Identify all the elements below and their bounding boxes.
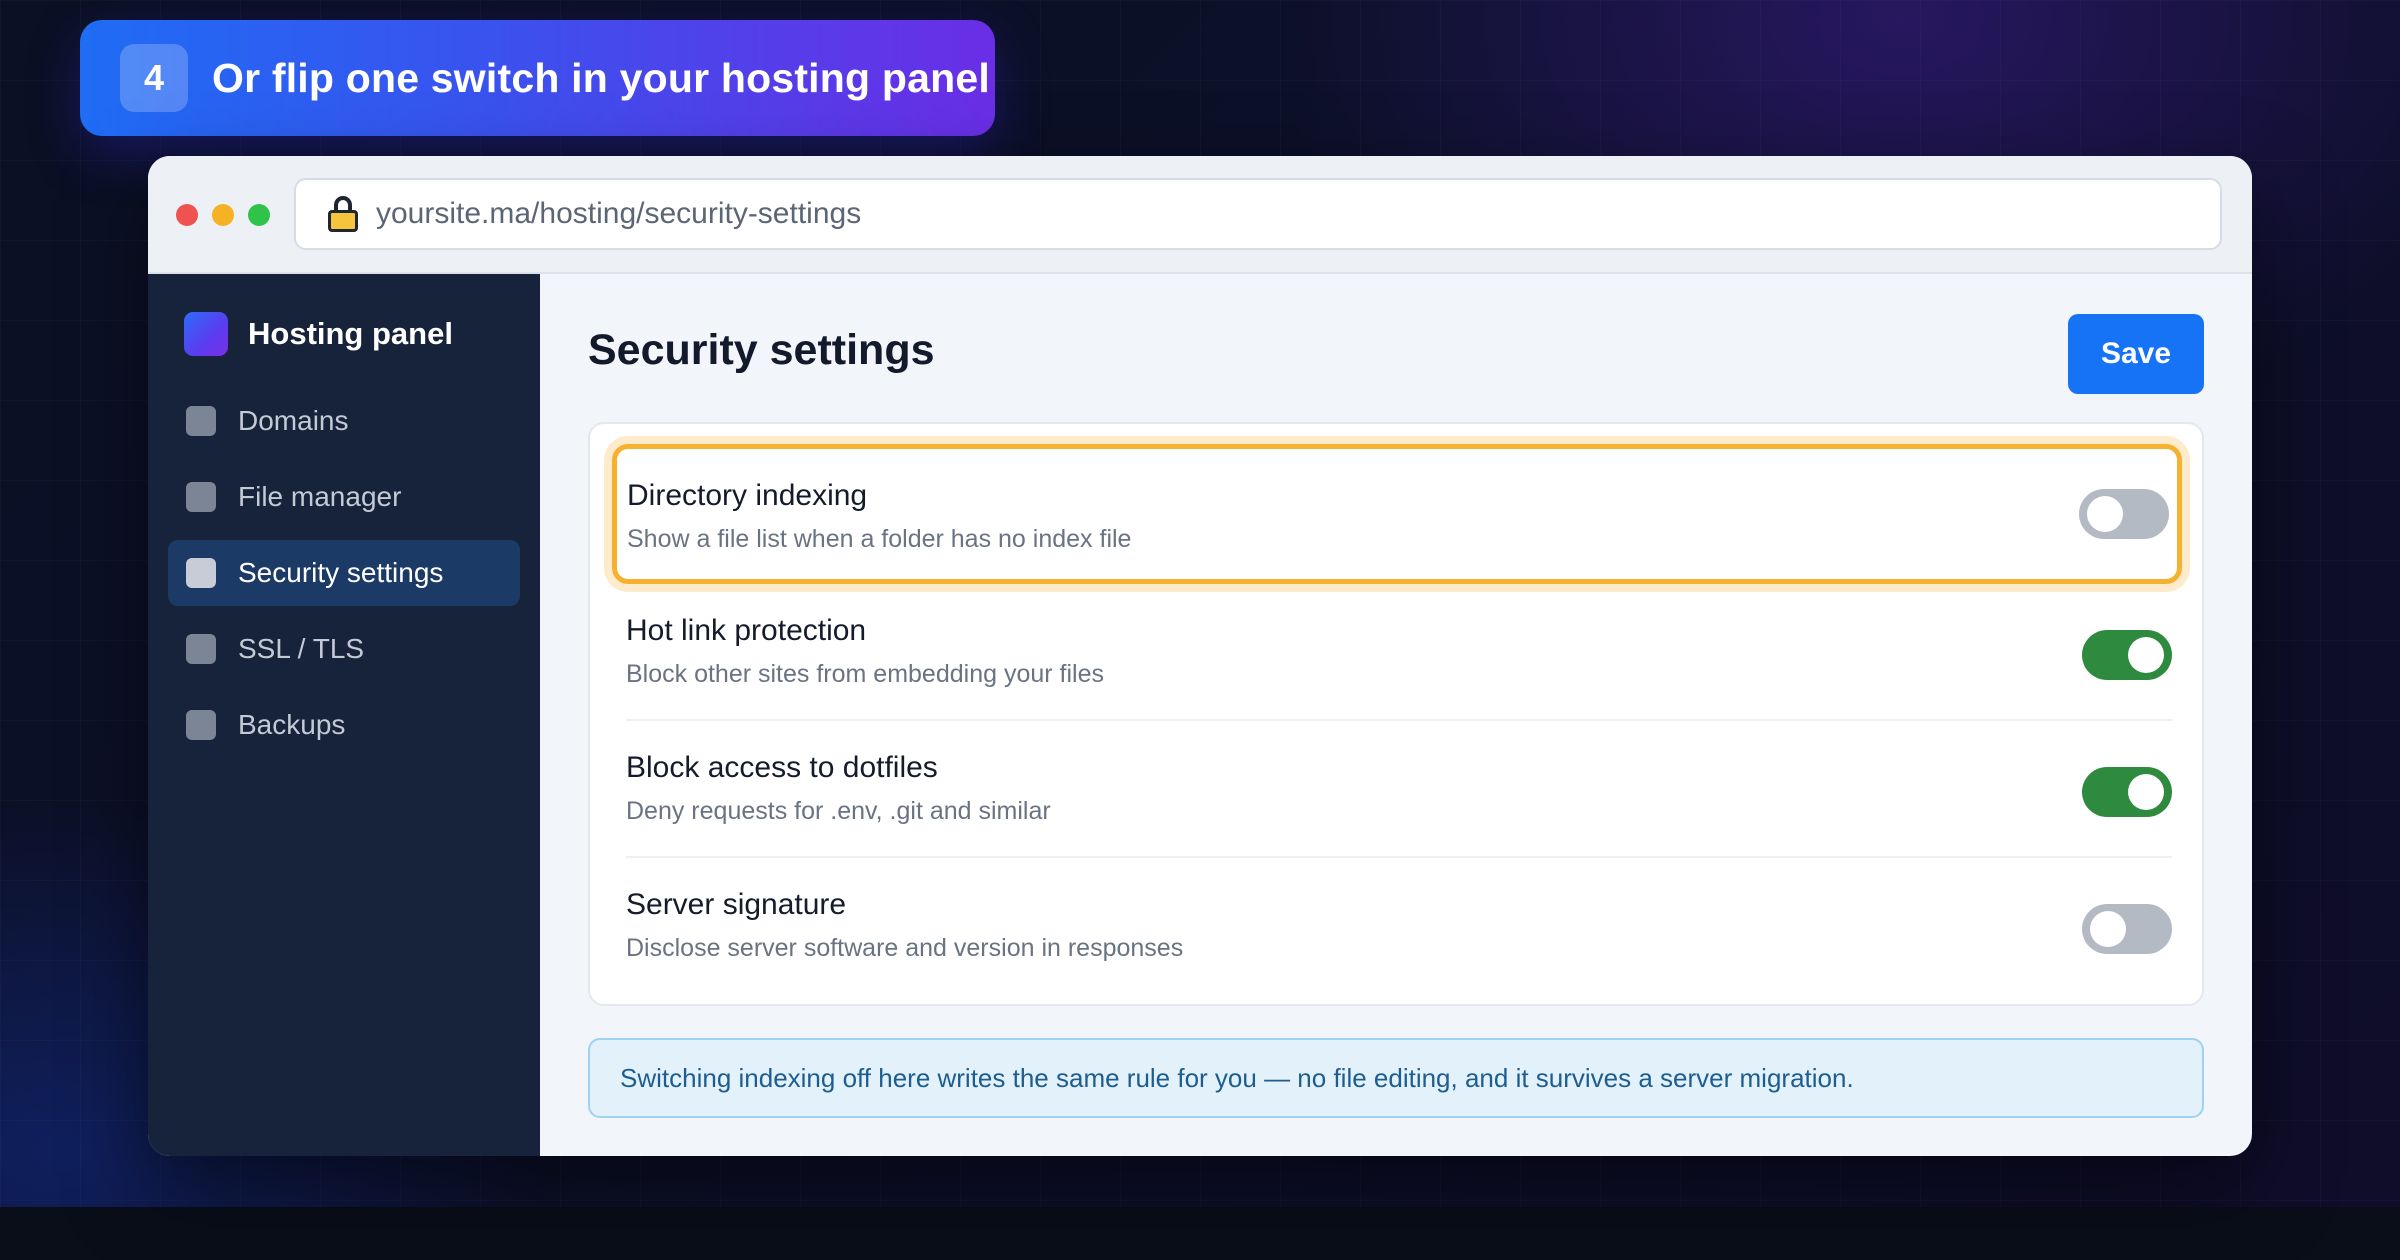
setting-title: Block access to dotfiles: [626, 751, 938, 784]
setting-description: Show a file list when a folder has no in…: [627, 525, 1132, 553]
setting-title: Directory indexing: [627, 479, 868, 512]
sidebar: Hosting panel Domains File manager Secur…: [148, 274, 540, 1156]
block-dotfiles-toggle[interactable]: [2082, 767, 2172, 817]
toggle-knob: [2090, 911, 2126, 947]
save-button[interactable]: Save: [2068, 314, 2204, 394]
directory-indexing-toggle[interactable]: [2079, 489, 2169, 539]
sidebar-item-backups[interactable]: Backups: [168, 692, 520, 758]
ssl-tls-icon: [186, 634, 216, 664]
toggle-knob: [2087, 496, 2123, 532]
settings-card: Directory indexing Show a file list when…: [588, 422, 2204, 1006]
close-window-icon[interactable]: [176, 204, 198, 226]
sidebar-item-label: SSL / TLS: [238, 633, 365, 664]
sidebar-item-label: Security settings: [238, 557, 444, 588]
address-bar[interactable]: yoursite.ma/hosting/security-settings: [294, 178, 2222, 250]
server-signature-toggle[interactable]: [2082, 904, 2172, 954]
brand-name: Hosting panel: [248, 316, 453, 351]
browser-window: yoursite.ma/hosting/security-settings Ho…: [148, 156, 2252, 1156]
sidebar-nav: Domains File manager Security settings S…: [168, 388, 520, 768]
maximize-window-icon[interactable]: [248, 204, 270, 226]
minimize-window-icon[interactable]: [212, 204, 234, 226]
sidebar-item-file-manager[interactable]: File manager: [168, 464, 520, 530]
setting-row-directory-indexing: Directory indexing Show a file list when…: [612, 444, 2182, 584]
sidebar-item-label: Backups: [238, 709, 346, 740]
sidebar-item-label: Domains: [238, 405, 349, 436]
sidebar-item-domains[interactable]: Domains: [168, 388, 520, 454]
brand-logo-icon: [184, 312, 228, 356]
setting-row-hot-link-protection: Hot link protection Block other sites fr…: [626, 584, 2172, 721]
brand: Hosting panel: [184, 312, 453, 356]
step-banner: 4 Or flip one switch in your hosting pan…: [80, 20, 995, 136]
info-note: Switching indexing off here writes the s…: [588, 1038, 2204, 1118]
step-title: Or flip one switch in your hosting panel: [212, 54, 990, 101]
url-text[interactable]: yoursite.ma/hosting/security-settings: [376, 197, 861, 231]
domains-icon: [186, 406, 216, 436]
backups-icon: [186, 710, 216, 740]
step-number-badge: 4: [120, 44, 188, 112]
hot-link-protection-toggle[interactable]: [2082, 630, 2172, 680]
setting-row-server-signature: Server signature Disclose server softwar…: [626, 858, 2172, 995]
setting-description: Deny requests for .env, .git and similar: [626, 797, 1051, 825]
sidebar-item-security-settings[interactable]: Security settings: [168, 540, 520, 606]
setting-description: Block other sites from embedding your fi…: [626, 660, 1104, 688]
lock-icon: [328, 196, 358, 232]
setting-description: Disclose server software and version in …: [626, 934, 1184, 962]
browser-chrome: yoursite.ma/hosting/security-settings: [148, 156, 2252, 274]
setting-title: Hot link protection: [626, 614, 867, 647]
setting-title: Server signature: [626, 888, 847, 921]
sidebar-item-ssl-tls[interactable]: SSL / TLS: [168, 616, 520, 682]
background-footer-band: [0, 1207, 2400, 1260]
security-settings-icon: [186, 558, 216, 588]
setting-row-block-dotfiles: Block access to dotfiles Deny requests f…: [626, 721, 2172, 858]
sidebar-item-label: File manager: [238, 481, 402, 512]
file-manager-icon: [186, 482, 216, 512]
page-title: Security settings: [588, 326, 935, 374]
main-content: Security settings Save Directory indexin…: [540, 274, 2252, 1156]
toggle-knob: [2128, 774, 2164, 810]
toggle-knob: [2128, 637, 2164, 673]
